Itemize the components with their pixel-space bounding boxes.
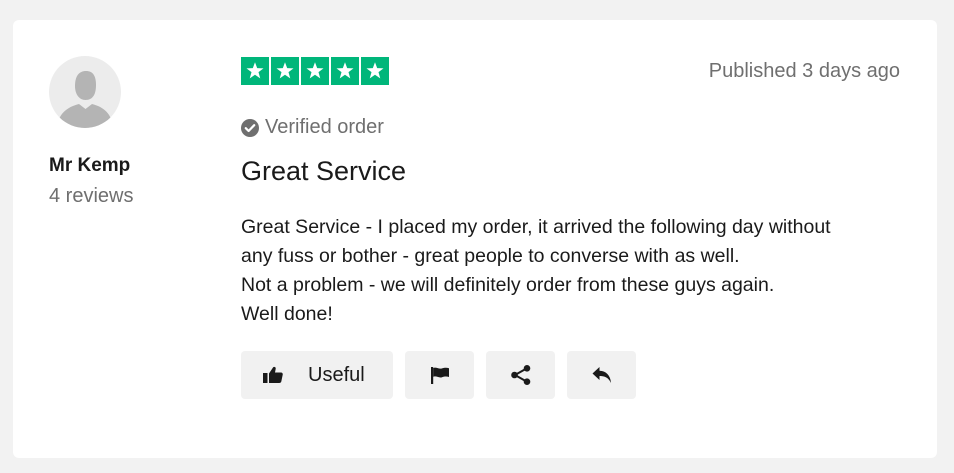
check-circle-icon [241, 118, 259, 137]
flag-icon [430, 365, 450, 385]
thumbs-up-icon [263, 366, 283, 384]
review-body-line: any fuss or bother - great people to con… [241, 245, 740, 267]
useful-button[interactable]: Useful [241, 351, 393, 399]
reply-button[interactable] [567, 351, 636, 399]
review-title: Great Service [241, 156, 407, 186]
review-body-line: Not a problem - we will definitely order… [241, 274, 775, 296]
user-silhouette-icon [57, 71, 113, 128]
review-actions: Useful [241, 351, 636, 399]
share-icon [510, 364, 532, 386]
star-icon [361, 57, 389, 85]
flag-button[interactable] [405, 351, 474, 399]
reviewer-name[interactable]: Mr Kemp [49, 155, 130, 177]
star-icon [241, 57, 269, 85]
star-icon [271, 57, 299, 85]
review-body: Great Service - I placed my order, it ar… [241, 213, 901, 329]
reply-icon [591, 365, 613, 385]
published-date: Published 3 days ago [708, 60, 900, 82]
share-button[interactable] [486, 351, 555, 399]
review-body-line: Well done! [241, 303, 333, 325]
verified-label: Verified order [265, 116, 384, 138]
star-icon [301, 57, 329, 85]
star-icon [331, 57, 359, 85]
star-rating [241, 57, 389, 85]
verified-badge: Verified order [241, 116, 384, 139]
reviewer-review-count: 4 reviews [49, 185, 134, 207]
review-body-line: Great Service - I placed my order, it ar… [241, 216, 831, 238]
review-card: Mr Kemp 4 reviews Published 3 days ago V… [13, 20, 937, 458]
avatar[interactable] [49, 56, 121, 128]
useful-label: Useful [308, 363, 365, 386]
